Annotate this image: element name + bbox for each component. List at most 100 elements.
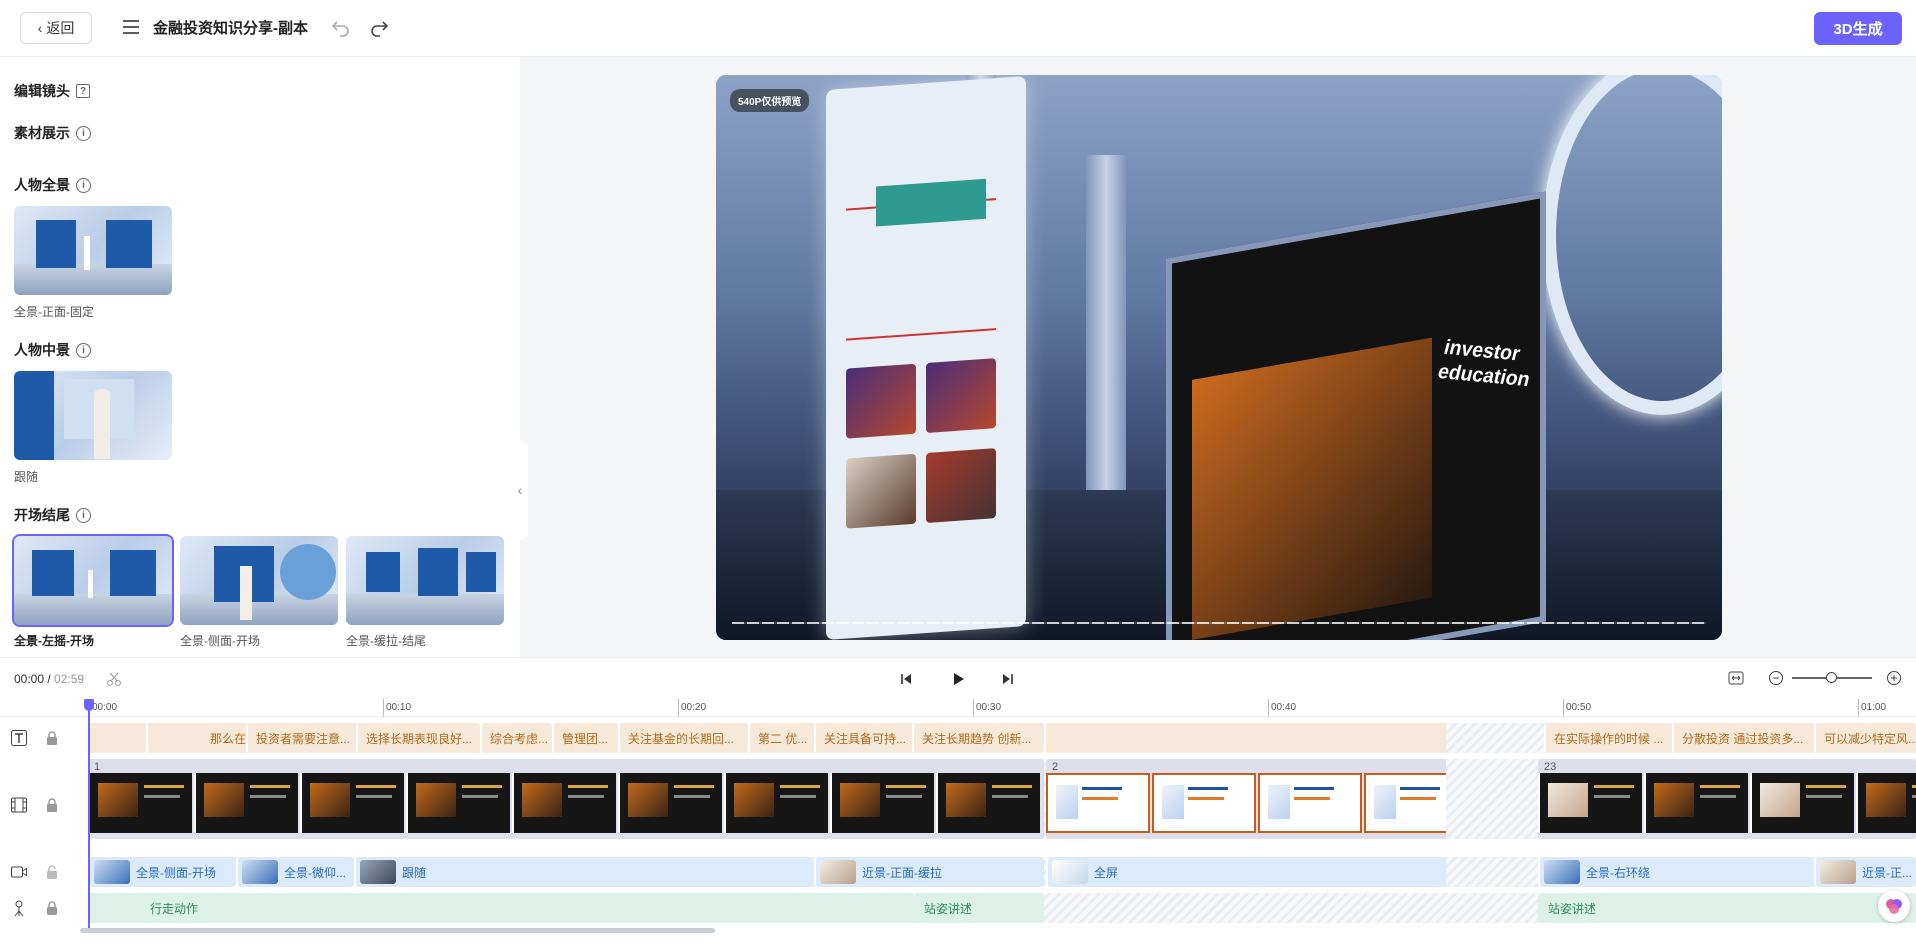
camera-thumb	[242, 860, 278, 884]
generate-3d-button[interactable]: 3D生成	[1814, 12, 1902, 45]
person-track-icon	[14, 900, 24, 917]
subtitle-clip[interactable]: 管理团...	[552, 723, 618, 753]
camera-clip[interactable]: 近景-正...	[1814, 857, 1916, 887]
thumbnail-caption: 全景-侧面-开场	[180, 634, 260, 648]
material-label: 素材展示	[14, 125, 70, 141]
subtitle-clip[interactable]: 关注基金的长期回...	[618, 723, 748, 753]
ruler-tick: 00:30	[976, 702, 1002, 713]
chevron-left-icon: ‹	[37, 20, 43, 36]
subtitle-clip[interactable]: 关注长期趋势 创新...	[912, 723, 1044, 753]
camera-clip[interactable]: 近景-正面-缓拉	[814, 857, 1044, 887]
help-icon[interactable]: ?	[76, 84, 90, 98]
scene-phone-screen	[826, 76, 1026, 640]
full-view-thumbnail[interactable]	[14, 206, 172, 295]
subtitle-clip[interactable]: 可以减少特定风...	[1814, 723, 1916, 753]
camera-clip[interactable]: 全景-微仰...	[236, 857, 354, 887]
chevron-left-icon: ‹	[517, 482, 523, 498]
camera-thumb	[360, 860, 396, 884]
info-icon[interactable]: i	[76, 177, 91, 193]
subtitle-clip[interactable]: 选择长期表现良好...	[356, 723, 480, 753]
preview-progress-bar[interactable]	[732, 622, 1706, 624]
subtitle-clip[interactable]: 投资者需要注意...	[246, 723, 356, 753]
preview-quality-badge: 540P仅供预览	[730, 89, 810, 112]
back-label: 返回	[46, 20, 75, 36]
subtitle-clip[interactable]: 综合考虑...	[480, 723, 552, 753]
open-close-thumbnail[interactable]	[180, 536, 338, 625]
time-display: 00:00 / 02:59	[14, 672, 84, 686]
subtitle-clip[interactable]: 在实际操作的时候 ...	[1544, 723, 1672, 753]
scene-ring	[1542, 75, 1722, 415]
play-icon[interactable]	[950, 671, 966, 687]
open-close-thumbnail[interactable]	[12, 534, 174, 627]
playhead-handle[interactable]	[84, 699, 94, 711]
video-clip[interactable]: 1	[88, 759, 1044, 839]
ruler-tick: 00:50	[1566, 702, 1592, 713]
scissors-icon[interactable]	[106, 671, 122, 687]
edit-camera-heading: 编辑镜头 ?	[14, 81, 90, 101]
ai-assistant-button[interactable]	[1878, 890, 1910, 922]
video-clip[interactable]: 2	[1046, 759, 1446, 839]
subtitle-clip[interactable]: 分散投资 通过投资多...	[1672, 723, 1814, 753]
action-clip[interactable]: 行走动作	[88, 893, 914, 923]
zoom-slider[interactable]	[1792, 672, 1872, 683]
info-icon[interactable]: i	[76, 125, 91, 141]
subtitle-clip[interactable]	[88, 723, 146, 753]
project-title[interactable]: 金融投资知识分享-副本	[153, 17, 308, 38]
subtitle-clip[interactable]: 第二 优...	[748, 723, 814, 753]
film-track-icon	[11, 797, 27, 813]
undo-icon[interactable]	[330, 16, 352, 38]
timeline-horizontal-scrollbar[interactable]	[80, 928, 715, 933]
zoom-slider-knob[interactable]	[1826, 672, 1837, 683]
skip-forward-icon[interactable]	[1000, 671, 1016, 687]
camera-clip-label: 全景-微仰...	[284, 865, 346, 880]
lock-icon[interactable]	[44, 730, 60, 746]
camera-clip-label: 跟随	[402, 865, 427, 880]
action-track: 行走动作 站姿讲述 站姿讲述	[88, 893, 1916, 923]
lock-icon[interactable]	[44, 797, 60, 813]
menu-icon[interactable]	[120, 16, 142, 38]
camera-clip[interactable]: 全景-侧面-开场	[88, 857, 236, 887]
time-separator: /	[44, 672, 55, 686]
subtitle-clip[interactable]: 关注具备可持...	[814, 723, 912, 753]
video-preview[interactable]: investor education 540P仅供预览	[716, 75, 1722, 640]
collapse-panel-handle[interactable]: ‹	[512, 440, 528, 540]
full-view-label: 人物全景	[14, 177, 70, 193]
camera-clip[interactable]: 全景-右环绕	[1538, 857, 1814, 887]
board-text: investor education	[1435, 336, 1533, 392]
mid-view-label: 人物中景	[14, 342, 70, 358]
ruler-tick: 00:10	[386, 702, 412, 713]
ruler-tick: 00:00	[92, 702, 118, 713]
clip-index: 23	[1544, 761, 1557, 773]
action-clip[interactable]: 站姿讲述	[914, 893, 1044, 923]
info-icon[interactable]: i	[76, 342, 91, 358]
info-icon[interactable]: i	[76, 507, 91, 523]
full-view-heading: 人物全景 i	[14, 175, 91, 195]
camera-thumb	[1052, 860, 1088, 884]
timeline-ruler[interactable]: 00:00 00:10 00:20 00:30 00:40 00:50 01:0…	[0, 699, 1916, 717]
camera-clip-label: 全屏	[1094, 865, 1119, 880]
zoom-controls	[1728, 670, 1902, 686]
total-time: 02:59	[54, 672, 85, 686]
action-clip[interactable]: 站姿讲述	[1538, 893, 1916, 923]
open-close-thumbnail[interactable]	[346, 536, 504, 625]
lock-icon[interactable]	[44, 900, 60, 916]
lock-icon[interactable]	[44, 864, 60, 880]
video-clip[interactable]: 23	[1538, 759, 1916, 839]
fit-width-icon[interactable]	[1728, 670, 1744, 686]
thumbnail-caption: 全景-正面-固定	[14, 305, 94, 319]
back-button[interactable]: ‹ 返回	[20, 12, 92, 44]
mid-view-heading: 人物中景 i	[14, 340, 91, 360]
camera-clip-label: 近景-正...	[1862, 865, 1912, 880]
skip-back-icon[interactable]	[898, 671, 914, 687]
subtitle-clip[interactable]	[1044, 723, 1446, 753]
zoom-in-icon[interactable]	[1886, 670, 1902, 686]
playhead[interactable]	[84, 699, 94, 929]
redo-icon[interactable]	[368, 16, 390, 38]
camera-clip[interactable]: 跟随	[354, 857, 814, 887]
camera-clip-label: 全景-右环绕	[1586, 865, 1650, 880]
camera-clip[interactable]: 全屏	[1046, 857, 1446, 887]
ruler-tick: 00:20	[681, 702, 707, 713]
camera-track: 全景-侧面-开场 全景-微仰... 跟随 近景-正面-缓拉 全屏 全景-右环绕 …	[88, 857, 1916, 887]
zoom-out-icon[interactable]	[1768, 670, 1784, 686]
mid-view-thumbnail[interactable]	[14, 371, 172, 460]
